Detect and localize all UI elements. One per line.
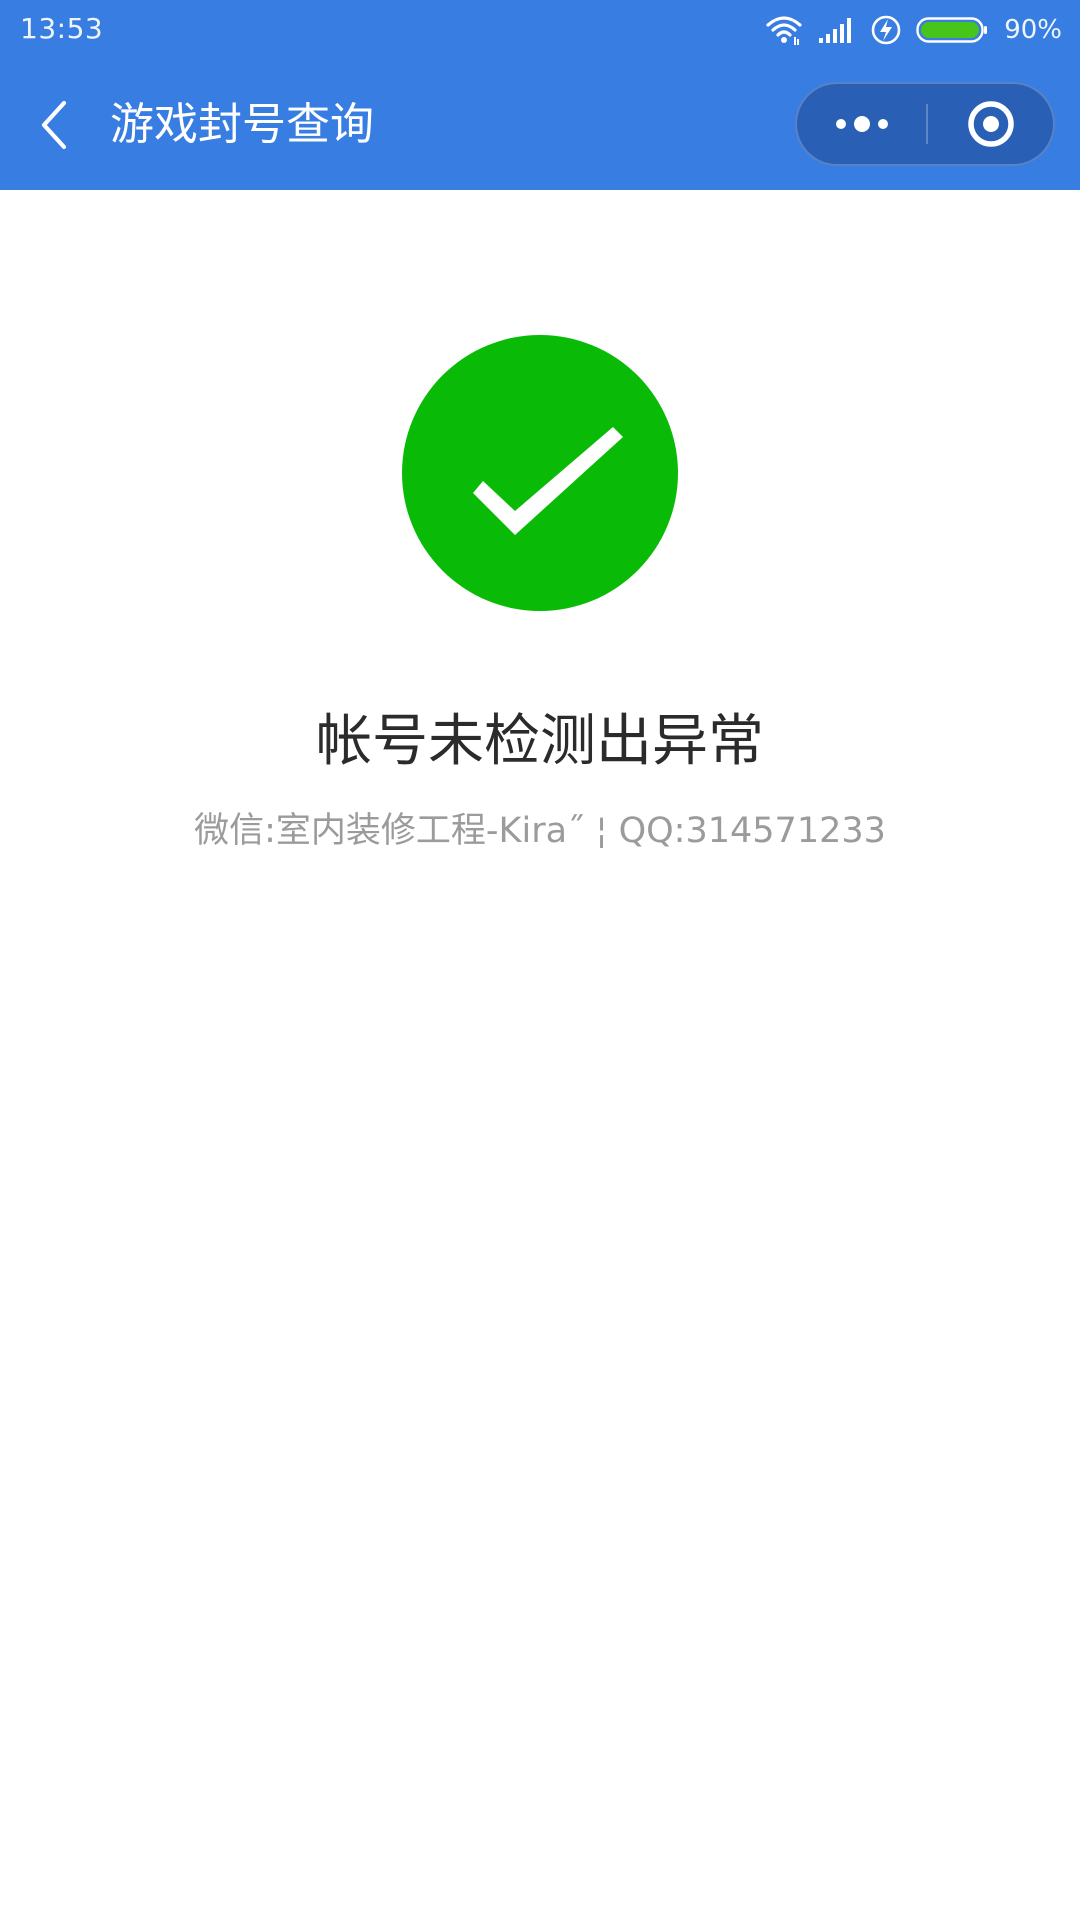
target-close-icon xyxy=(967,101,1014,147)
back-button[interactable] xyxy=(30,95,80,155)
status-time: 13:53 xyxy=(20,12,104,45)
success-check-icon xyxy=(402,335,678,611)
chevron-left-icon xyxy=(41,100,67,150)
charging-icon xyxy=(870,14,902,46)
app-header: 13:53 90% 游戏封号查询 xyxy=(0,0,1080,190)
more-button[interactable] xyxy=(797,84,926,164)
more-dots-icon xyxy=(835,116,888,132)
battery-percent: 90% xyxy=(1004,15,1062,45)
status-icons: 90% xyxy=(764,10,1062,50)
battery-icon xyxy=(916,15,988,45)
status-bar: 13:53 90% xyxy=(0,0,1080,60)
mini-program-capsule xyxy=(795,82,1055,166)
signal-icon xyxy=(818,16,856,44)
page-title: 游戏封号查询 xyxy=(110,99,374,150)
result-title: 帐号未检测出异常 xyxy=(316,709,764,774)
wifi-icon xyxy=(764,14,804,46)
contact-info: 微信:室内装修工程-Kira˝ ¦ QQ:314571233 xyxy=(194,811,886,851)
close-button[interactable] xyxy=(928,84,1053,164)
